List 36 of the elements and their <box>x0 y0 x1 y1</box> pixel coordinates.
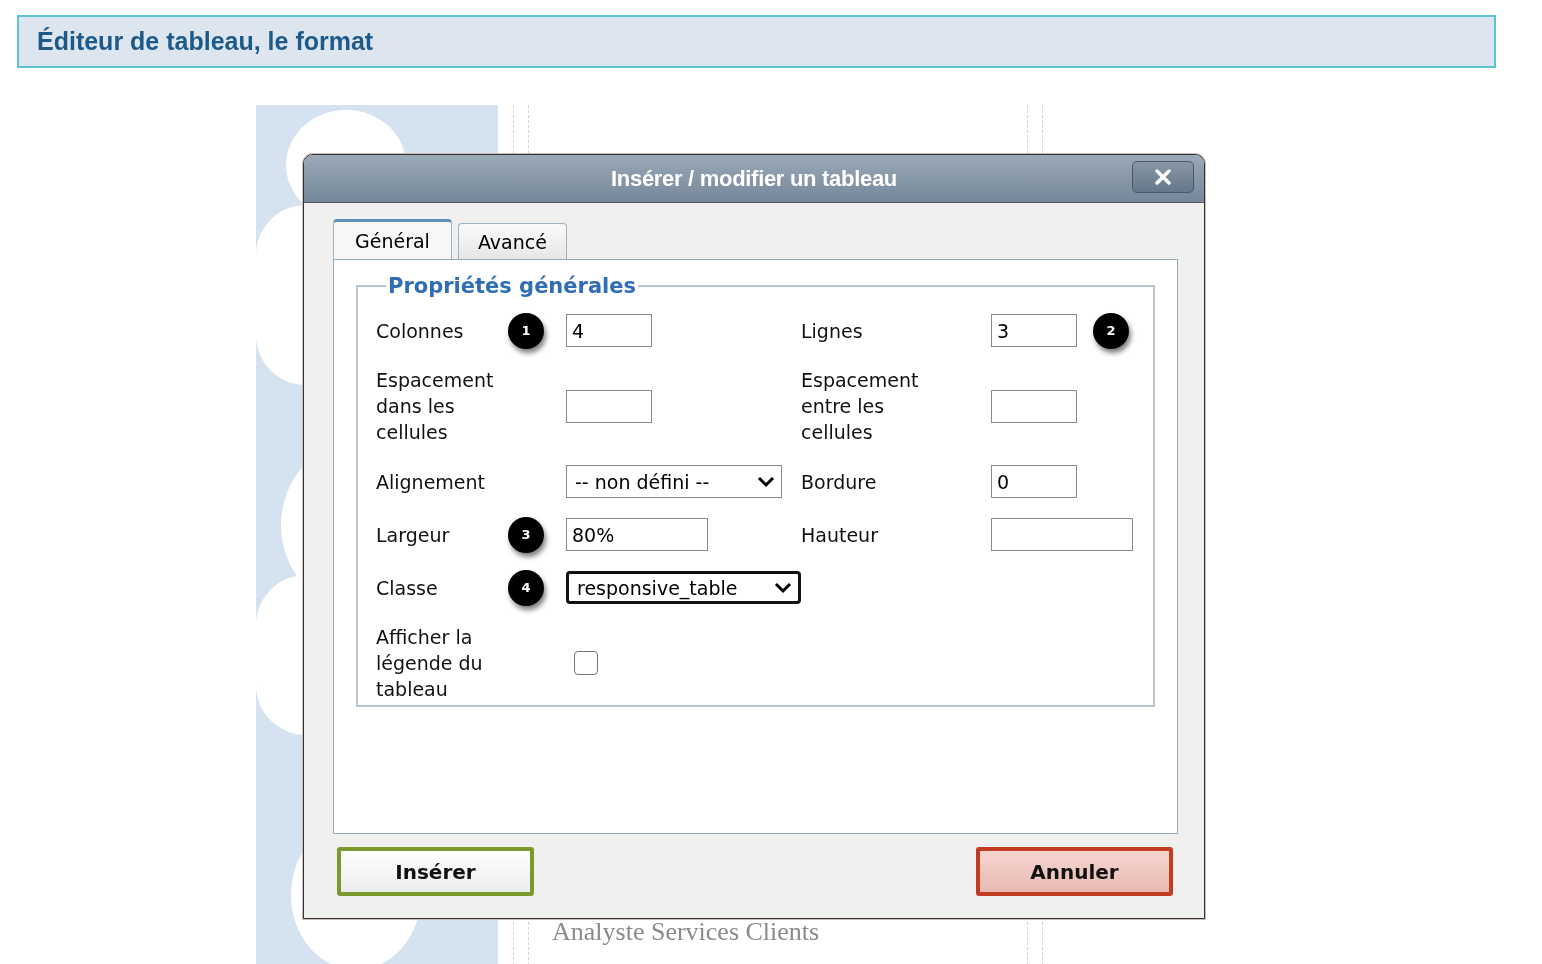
cancel-button[interactable]: Annuler <box>976 847 1173 896</box>
callout-badge: 1 <box>508 312 544 349</box>
chevron-icon <box>774 581 792 594</box>
group-legend: Propriétés générales <box>386 274 639 298</box>
input-field[interactable] <box>991 389 1077 423</box>
chevron-icon <box>757 475 775 488</box>
input-field[interactable] <box>991 518 1133 551</box>
callout-badge: 4 <box>508 569 544 606</box>
tab[interactable]: Avancé <box>457 223 567 259</box>
close-icon <box>1153 167 1173 187</box>
input-field[interactable]: 0 <box>991 465 1077 498</box>
tab[interactable]: Général <box>333 219 452 259</box>
insert-button[interactable]: Insérer <box>337 847 534 896</box>
callout-badge: 2 <box>1093 312 1129 349</box>
field-label: Lignes <box>801 318 863 344</box>
input-field[interactable] <box>566 389 652 423</box>
callout-badge: 3 <box>508 516 544 553</box>
background-text: Analyste Services Clients <box>552 918 820 947</box>
field-label: Alignement <box>376 469 486 495</box>
field-label: Espacement dans les cellules <box>376 368 495 445</box>
field-label: Bordure <box>801 469 877 495</box>
field-label: Espacement entre les cellules <box>801 368 920 445</box>
input-field[interactable]: 80% <box>566 518 708 551</box>
input-field[interactable]: 4 <box>566 314 652 347</box>
input-field[interactable]: 3 <box>991 314 1077 347</box>
field-label: Afficher la légende du tableau <box>376 625 484 702</box>
field-label: Colonnes <box>376 318 464 344</box>
field-label: Hauteur <box>801 522 878 548</box>
select-field[interactable]: responsive_table <box>566 571 801 604</box>
checkbox[interactable] <box>574 651 598 675</box>
close-button[interactable] <box>1132 161 1194 193</box>
page-title: Éditeur de tableau, le format <box>37 27 374 56</box>
select-field[interactable]: -- non défini -- <box>566 465 782 498</box>
dialog-title: Insérer / modifier un tableau <box>611 165 897 192</box>
field-label: Largeur <box>376 522 450 548</box>
field-label: Classe <box>376 575 438 601</box>
